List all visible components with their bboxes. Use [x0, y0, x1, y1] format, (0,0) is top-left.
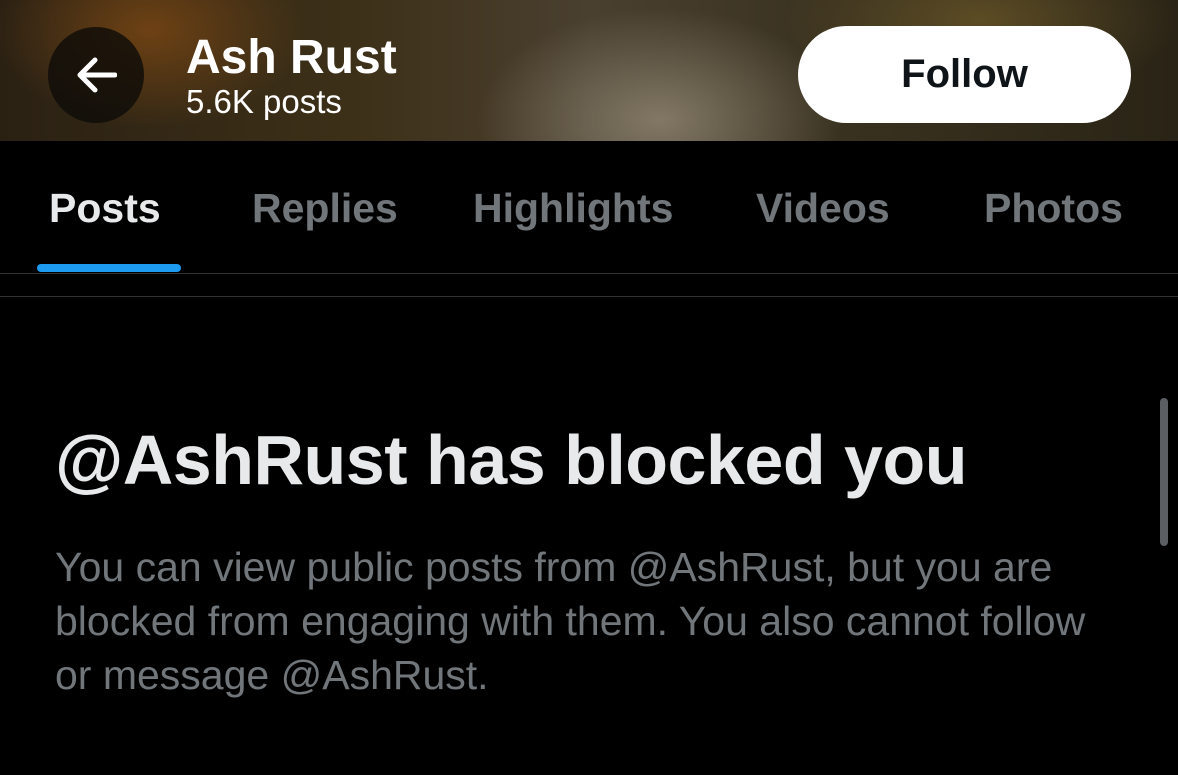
tab-photos[interactable]: Photos: [984, 181, 1123, 235]
scrollbar[interactable]: [1160, 398, 1168, 546]
profile-tabs: Posts Replies Highlights Videos Photos: [0, 141, 1178, 273]
post-count: 5.6K posts: [186, 83, 342, 120]
arrow-left-icon: [77, 57, 117, 93]
tab-replies[interactable]: Replies: [252, 181, 398, 235]
tab-posts[interactable]: Posts: [49, 181, 161, 235]
tabs-divider: [0, 273, 1178, 274]
tab-videos[interactable]: Videos: [756, 181, 890, 235]
tab-highlights[interactable]: Highlights: [473, 181, 673, 235]
back-button[interactable]: [48, 27, 144, 123]
active-tab-indicator: [37, 264, 181, 272]
content-divider: [0, 296, 1178, 297]
profile-header: Ash Rust 5.6K posts Follow: [0, 0, 1178, 141]
profile-name: Ash Rust: [186, 31, 397, 84]
follow-button[interactable]: Follow: [798, 26, 1131, 123]
blocked-title: @AshRust has blocked you: [55, 421, 967, 499]
blocked-description: You can view public posts from @AshRust,…: [55, 544, 1086, 698]
